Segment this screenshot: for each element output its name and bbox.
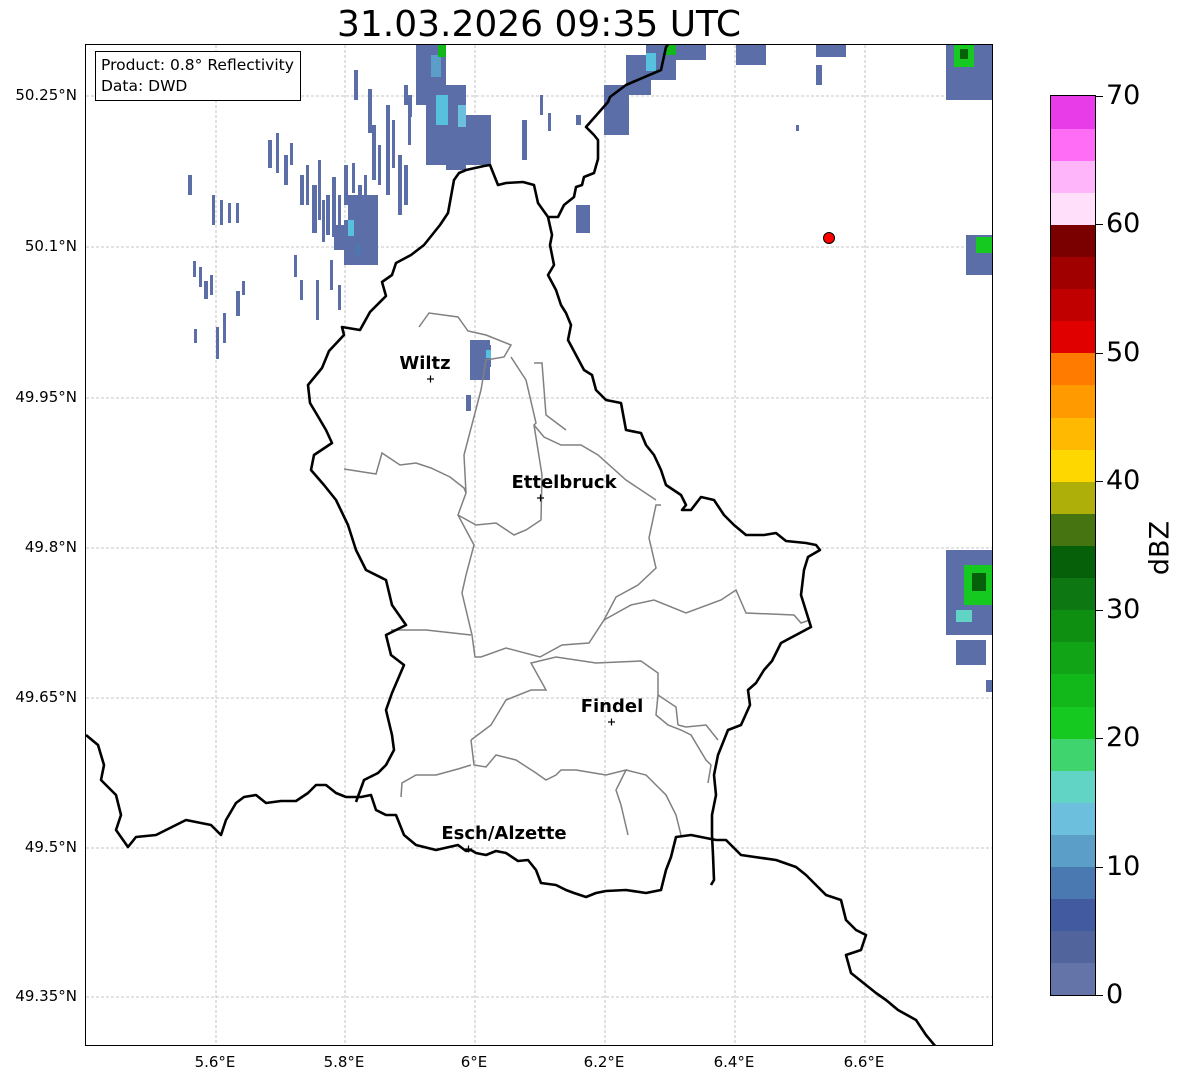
colorbar-tick-label: 50 bbox=[1106, 336, 1141, 368]
colorbar-segment bbox=[1051, 706, 1095, 739]
colorbar-segment bbox=[1051, 481, 1095, 514]
data-source-label: Data: DWD bbox=[101, 77, 188, 95]
radar-site-marker bbox=[823, 232, 835, 244]
colorbar-segment bbox=[1051, 930, 1095, 964]
colorbar-segment bbox=[1051, 545, 1095, 579]
colorbar-tick bbox=[1096, 738, 1103, 740]
lat-label: 50.1°N bbox=[24, 237, 77, 255]
city-marker-ettelbruck bbox=[537, 494, 544, 502]
lon-label: 6°E bbox=[460, 1053, 488, 1071]
echo-west-scatter bbox=[188, 175, 245, 359]
colorbar-tick bbox=[1096, 96, 1103, 97]
lat-label: 50.25°N bbox=[15, 86, 77, 104]
radar-echoes bbox=[188, 45, 992, 692]
colorbar-tick bbox=[1096, 224, 1103, 226]
product-label: Product: 0.8° Reflectivity bbox=[101, 56, 294, 74]
colorbar-tick bbox=[1096, 995, 1103, 996]
district-borders bbox=[343, 312, 811, 836]
info-box: Product: 0.8° Reflectivity Data: DWD bbox=[95, 51, 301, 101]
lon-label: 6.4°E bbox=[713, 1053, 755, 1071]
colorbar-segment bbox=[1051, 224, 1095, 258]
colorbar bbox=[1050, 95, 1096, 996]
colorbar-segment bbox=[1051, 866, 1095, 900]
colorbar-segment bbox=[1051, 192, 1095, 225]
colorbar-segment bbox=[1051, 802, 1095, 835]
colorbar-tick-label: 0 bbox=[1106, 979, 1124, 1010]
colorbar-tick bbox=[1096, 609, 1103, 611]
colorbar-segment bbox=[1051, 834, 1095, 868]
city-label-wiltz: Wiltz bbox=[399, 353, 450, 374]
colorbar-segment bbox=[1051, 962, 1095, 996]
colorbar-segment bbox=[1051, 320, 1095, 354]
colorbar-tick-label: 10 bbox=[1106, 850, 1141, 882]
colorbar-tick bbox=[1096, 481, 1103, 483]
colorbar-tick-label: 40 bbox=[1106, 465, 1141, 497]
lat-label: 49.95°N bbox=[15, 388, 77, 406]
colorbar-segment bbox=[1051, 673, 1095, 707]
radar-map: Wiltz Ettelbruck Findel Esch/Alzette bbox=[85, 44, 993, 1046]
colorbar-tick-label: 20 bbox=[1106, 722, 1141, 754]
lat-label: 49.65°N bbox=[15, 688, 77, 706]
colorbar-segment bbox=[1051, 96, 1095, 129]
city-label-esch: Esch/Alzette bbox=[441, 823, 566, 844]
map-title: 31.03.2026 09:35 UTC bbox=[336, 4, 742, 45]
colorbar-segment bbox=[1051, 384, 1095, 418]
echo-cluster-northwest bbox=[268, 105, 411, 320]
city-label-ettelbruck: Ettelbruck bbox=[511, 472, 617, 493]
colorbar-label: dBZ bbox=[1144, 520, 1176, 576]
colorbar-segment bbox=[1051, 449, 1095, 482]
colorbar-segment bbox=[1051, 352, 1095, 386]
lat-label: 49.8°N bbox=[24, 538, 77, 556]
colorbar-segment bbox=[1051, 641, 1095, 675]
colorbar-tick-label: 30 bbox=[1106, 593, 1141, 625]
city-marker-findel bbox=[608, 718, 615, 726]
echo-northeast-cores bbox=[646, 45, 992, 622]
echo-cluster-north bbox=[354, 45, 590, 411]
colorbar-tick bbox=[1096, 866, 1103, 868]
gridlines bbox=[86, 45, 992, 1045]
city-marker-wiltz bbox=[427, 375, 434, 383]
colorbar-segment bbox=[1051, 513, 1095, 546]
colorbar-segment bbox=[1051, 770, 1095, 803]
colorbar-tick-label: 60 bbox=[1106, 208, 1141, 240]
lat-label: 49.5°N bbox=[24, 838, 77, 856]
colorbar-segment bbox=[1051, 417, 1095, 450]
lon-label: 6.6°E bbox=[843, 1053, 885, 1071]
city-markers bbox=[427, 375, 615, 853]
colorbar-segment bbox=[1051, 898, 1095, 932]
lon-label: 6.2°E bbox=[583, 1053, 625, 1071]
map-canvas: Wiltz Ettelbruck Findel Esch/Alzette bbox=[86, 45, 992, 1045]
colorbar-segment bbox=[1051, 160, 1095, 193]
lon-label: 5.8°E bbox=[323, 1053, 365, 1071]
colorbar-tick-label: 70 bbox=[1106, 80, 1141, 111]
colorbar-segment bbox=[1051, 288, 1095, 322]
colorbar-segment bbox=[1051, 577, 1095, 611]
colorbar-segment bbox=[1051, 609, 1095, 643]
echo-northeast-band bbox=[576, 45, 992, 692]
colorbar-tick bbox=[1096, 352, 1103, 354]
colorbar-segment bbox=[1051, 738, 1095, 771]
lat-label: 49.35°N bbox=[15, 987, 77, 1005]
lon-label: 5.6°E bbox=[194, 1053, 236, 1071]
city-label-findel: Findel bbox=[581, 696, 644, 717]
colorbar-segment bbox=[1051, 256, 1095, 290]
colorbar-segment bbox=[1051, 128, 1095, 161]
